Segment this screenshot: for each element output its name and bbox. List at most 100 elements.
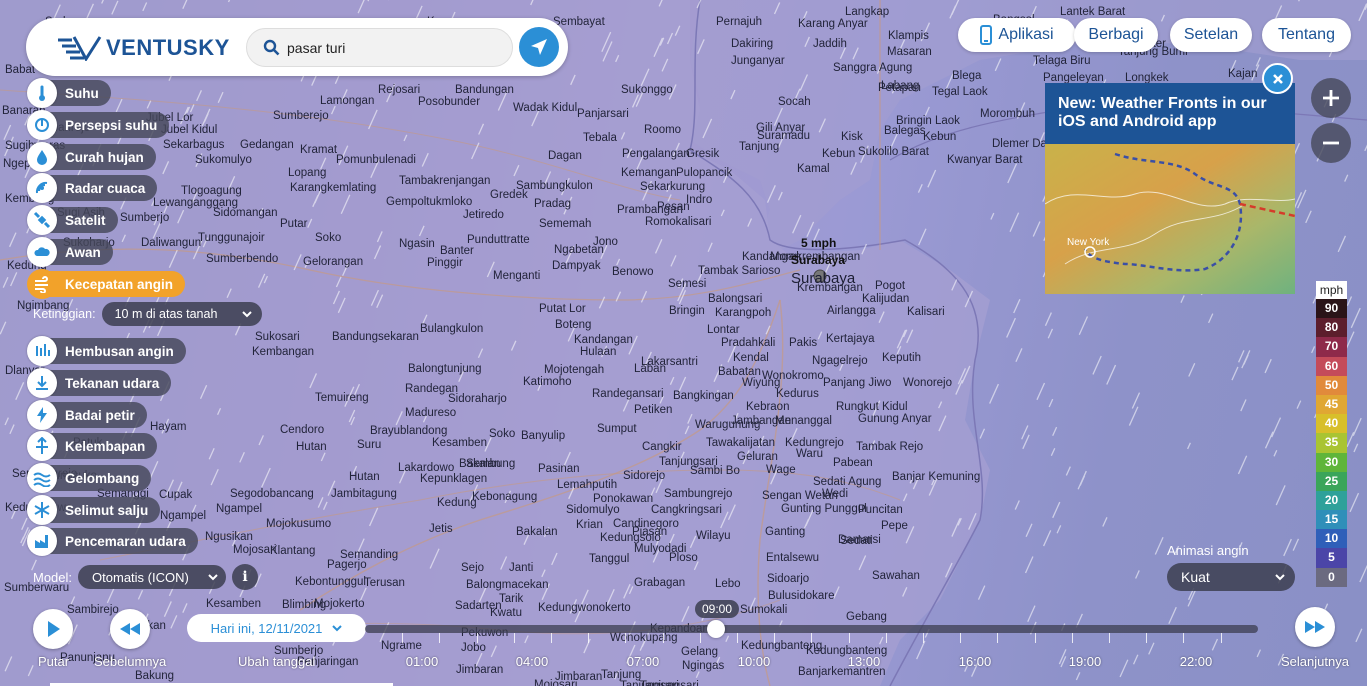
- map-place-label: Bakung: [135, 670, 175, 682]
- radar-icon: [27, 173, 57, 203]
- map-place-label: Kebraon: [746, 401, 790, 413]
- layer-item-satelit[interactable]: Satelit: [27, 205, 118, 235]
- layer-item-selimut-salju[interactable]: Selimut salju: [27, 495, 161, 525]
- search-input[interactable]: [287, 37, 497, 59]
- timeline-hour-label[interactable]: 13:00: [848, 654, 881, 669]
- map-place-label: Sedati Agung: [813, 476, 882, 488]
- timeline-hour-label[interactable]: 10:00: [738, 654, 771, 669]
- map-place-label: Cendoro: [280, 424, 325, 436]
- map-place-label: Wilayu: [696, 530, 731, 542]
- next-button[interactable]: [1295, 607, 1335, 647]
- layer-label: Awan: [65, 244, 101, 260]
- layer-item-tekanan-udara[interactable]: Tekanan udara: [27, 368, 172, 398]
- zoom-in-button[interactable]: [1311, 78, 1351, 118]
- legend-level: 0: [1316, 567, 1347, 587]
- map-place-label: Balegas: [884, 125, 926, 137]
- map-place-label: Klampis: [888, 30, 929, 42]
- map-place-label: Jobo: [461, 642, 486, 654]
- map-place-label: Sidomulyo: [566, 504, 620, 516]
- map-place-label: Laban: [634, 363, 666, 375]
- layer-item-gelombang[interactable]: Gelombang: [27, 463, 152, 493]
- map-place-label: Jetis: [429, 523, 453, 535]
- play-button[interactable]: [33, 609, 73, 649]
- layer-item-suhu[interactable]: Suhu: [27, 78, 111, 108]
- search-box[interactable]: [246, 28, 513, 67]
- map-place-label: Damarsi: [838, 534, 881, 546]
- map-place-label: Pesan: [657, 201, 690, 213]
- settings-button[interactable]: Setelan: [1170, 18, 1252, 52]
- animation-value: Kuat: [1181, 569, 1210, 585]
- map-place-label: Banjar Kemuning: [892, 471, 981, 483]
- map-place-label: Pasinan: [538, 463, 580, 475]
- map-place-label: Jambitagung: [331, 488, 397, 500]
- map-place-label: Ngingas: [682, 660, 725, 672]
- about-button[interactable]: Tentang: [1262, 18, 1351, 52]
- timeline-knob[interactable]: [707, 620, 725, 638]
- model-value: Otomatis (ICON): [92, 569, 189, 585]
- altitude-select[interactable]: 10 m di atas tanah: [101, 302, 262, 326]
- model-select[interactable]: Otomatis (ICON): [78, 565, 227, 589]
- timeline-hour-label[interactable]: 16:00: [959, 654, 992, 669]
- layer-item-kelembapan[interactable]: Kelembapan: [27, 431, 158, 461]
- close-promo-button[interactable]: [1262, 63, 1293, 94]
- map-place-label: Dakiring: [731, 38, 774, 50]
- timeline-hour-label[interactable]: 04:00: [516, 654, 549, 669]
- share-button[interactable]: Berbagi: [1074, 18, 1158, 52]
- layer-item-radar-cuaca[interactable]: Radar cuaca: [27, 173, 158, 203]
- timeline-track[interactable]: [365, 625, 1258, 633]
- animation-select[interactable]: Kuat: [1167, 563, 1295, 591]
- map-place-label: Sumokali: [740, 604, 788, 616]
- raindrop-icon: [27, 142, 57, 172]
- promo-map-label: New York: [1067, 237, 1110, 248]
- map-place-label: Sambungrejo: [664, 488, 733, 500]
- map-place-label: Lemahputih: [557, 479, 618, 491]
- map-place-label: Soko: [489, 428, 516, 440]
- layer-item-curah-hujan[interactable]: Curah hujan: [27, 142, 156, 172]
- date-select-button[interactable]: Hari ini, 12/11/2021: [187, 614, 366, 642]
- ventusky-logo[interactable]: VENTUSKY: [56, 35, 230, 61]
- map-place-label: Mojokusumo: [266, 518, 332, 530]
- promo-card[interactable]: New: Weather Fronts in our iOS and Andro…: [1045, 83, 1295, 294]
- animation-label: Animasi angin: [1167, 543, 1249, 558]
- map-place-label: Gebang: [846, 611, 887, 623]
- map-place-label: Gunting Punggul: [781, 503, 867, 515]
- layer-item-kecepatan-angin[interactable]: Kecepatan angin: [27, 269, 186, 299]
- timeline-hour-label[interactable]: 19:00: [1069, 654, 1102, 669]
- apps-button[interactable]: Aplikasi: [958, 18, 1076, 52]
- map-place-label: Dagan: [548, 150, 582, 162]
- map-place-label: Janti: [509, 562, 534, 574]
- map-place-label: Kebontunggul: [295, 576, 366, 588]
- apps-label: Aplikasi: [998, 26, 1054, 43]
- current-time-bubble: 09:00: [695, 600, 739, 618]
- map-place-label: Entalsewu: [766, 552, 820, 564]
- map-place-label: Sambirejo: [67, 604, 119, 616]
- map-place-label: Sumberbendo: [206, 253, 279, 265]
- smartphone-icon: [980, 25, 993, 45]
- layer-label: Kelembapan: [65, 438, 146, 454]
- layer-item-badai-petir[interactable]: Badai petir: [27, 400, 147, 430]
- model-info-button[interactable]: i: [232, 564, 259, 590]
- map-place-label: Tegal Laok: [932, 86, 988, 98]
- timeline-hour-label[interactable]: 01:00: [406, 654, 439, 669]
- timeline-hour-label[interactable]: 07:00: [627, 654, 660, 669]
- layer-item-pencemaran-udara[interactable]: Pencemaran udara: [27, 526, 198, 556]
- next-label: Selanjutnya: [1281, 654, 1349, 669]
- map-place-label: Pabean: [833, 457, 873, 469]
- map-place-label: Sidorejo: [623, 470, 666, 482]
- map-place-label: Pepe: [881, 520, 908, 532]
- map-place-label: Gunung Anyar: [858, 413, 932, 425]
- map-place-label: Kebun: [923, 131, 957, 143]
- previous-button[interactable]: [110, 609, 150, 649]
- layer-item-persepsi-suhu[interactable]: Persepsi suhu: [27, 110, 170, 140]
- zoom-out-button[interactable]: [1311, 123, 1351, 163]
- layer-item-awan[interactable]: Awan: [27, 237, 113, 267]
- legend-unit: mph: [1316, 281, 1347, 299]
- map-place-label: Randegansari: [592, 388, 664, 400]
- layer-item-hembusan-angin[interactable]: Hembusan angin: [27, 336, 186, 366]
- map-place-label: Indro: [686, 194, 713, 206]
- logo-text: VENTUSKY: [106, 35, 230, 60]
- map-place-label: Pradahkali: [721, 337, 776, 349]
- locate-button[interactable]: [519, 27, 559, 67]
- map-place-label: Socah: [778, 96, 811, 108]
- timeline-hour-label[interactable]: 22:00: [1180, 654, 1213, 669]
